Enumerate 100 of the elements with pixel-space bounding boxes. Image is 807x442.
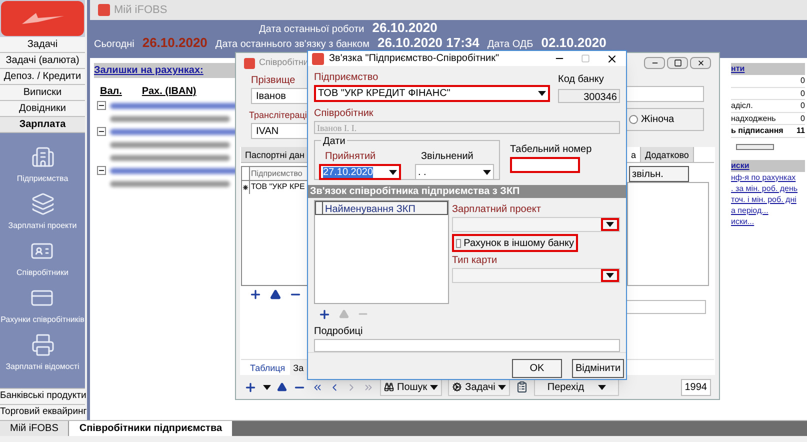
label: Сьогодні	[94, 38, 134, 51]
input-field[interactable]	[624, 86, 704, 102]
menu-item[interactable]: Банківські продукти	[0, 388, 85, 404]
app-icon	[312, 52, 324, 64]
list-icon[interactable]	[516, 381, 528, 393]
dropdown-arrow-icon[interactable]	[483, 170, 491, 174]
app-icon	[244, 58, 255, 68]
eject-icon[interactable]	[277, 382, 287, 392]
add-icon[interactable]	[318, 308, 331, 320]
dropdown[interactable]	[452, 217, 620, 232]
menu-item[interactable]: Задачі (валюта)	[0, 53, 85, 69]
field-label: Подробиці	[314, 325, 364, 339]
field-label: Табельний номер	[510, 143, 592, 157]
app-icon	[98, 4, 110, 16]
column-header: Вал.	[100, 85, 122, 99]
add-icon[interactable]	[244, 380, 257, 394]
cards-icon	[30, 192, 54, 216]
label: Дата ОДБ	[487, 38, 534, 51]
cancel-button[interactable]: Відмінити	[572, 359, 624, 378]
report-link[interactable]: а період...	[731, 204, 805, 216]
record-count: 1994	[680, 378, 711, 396]
report-link[interactable]: точ. і мін. роб. дні	[731, 194, 805, 204]
collapse-icon[interactable]	[97, 166, 106, 175]
radio-button[interactable]	[629, 115, 638, 124]
tab[interactable]: Співробітники підприємства	[69, 421, 232, 436]
dropdown-arrow-icon[interactable]	[389, 170, 397, 174]
date-picker[interactable]: . .	[415, 164, 494, 180]
field-label: Співробітник	[314, 107, 374, 121]
window-title: Зв'язка "Підприємство-Співробітник"	[329, 52, 500, 66]
dropdown-arrow-icon[interactable]	[606, 222, 614, 227]
menu-item[interactable]: Виписки	[0, 85, 85, 101]
date-value: 26.10.2020	[142, 36, 208, 49]
section-link[interactable]: иски	[731, 160, 805, 172]
counter-row: 0	[731, 75, 805, 88]
label: Дата останньої роботи	[259, 23, 364, 36]
collapse-icon[interactable]	[97, 127, 106, 136]
label: Дата останнього зв'язку з банком	[215, 38, 370, 51]
caret-icon[interactable]	[598, 384, 606, 390]
column-header: звільн.	[629, 166, 689, 182]
dropdown[interactable]	[736, 144, 774, 150]
report-link[interactable]: иски...	[731, 216, 805, 226]
field-label: Прізвище	[251, 74, 296, 88]
dropdown[interactable]	[452, 268, 620, 283]
current-row-icon	[243, 184, 248, 190]
ok-button[interactable]: OK	[512, 359, 562, 378]
field-label: Прийнятий	[324, 150, 376, 164]
field-label: Зарплатний проект	[452, 203, 541, 217]
menu-item[interactable]: Задачі	[0, 37, 85, 53]
date-value: 02.10.2020	[541, 36, 606, 49]
close-button[interactable]	[606, 52, 618, 64]
counter-row: ь підписання 11	[731, 125, 805, 138]
caret-icon[interactable]	[430, 384, 438, 390]
date-value: 26.10.2020 17:34	[377, 36, 480, 49]
field-label: Звільнений	[420, 150, 474, 164]
maximize-icon	[674, 59, 682, 67]
input-field: Іванов І. І.	[314, 121, 620, 134]
field-label: Підприємство	[314, 71, 378, 85]
counter-row: 0	[731, 88, 805, 100]
tab[interactable]: За	[290, 360, 307, 375]
input-field: 300346	[558, 89, 620, 103]
field-label: Транслітераці	[249, 109, 307, 122]
first-icon[interactable]	[312, 382, 323, 392]
input-field[interactable]	[626, 300, 706, 314]
window-title: Співробітни	[259, 56, 308, 70]
input-field[interactable]	[510, 157, 580, 173]
column-header: Найменування ЗКП	[324, 203, 416, 214]
menu-item[interactable]: Зарплата	[0, 117, 85, 133]
report-link[interactable]: . за мін. роб. день	[731, 182, 805, 194]
menu-item[interactable]: Депоз. / Кредити	[0, 69, 85, 85]
building-icon	[30, 145, 54, 169]
add-icon[interactable]	[249, 288, 262, 301]
dropdown-arrow-icon[interactable]	[263, 384, 271, 390]
caret-icon[interactable]	[498, 384, 506, 390]
collapse-icon[interactable]	[97, 101, 106, 110]
date-picker[interactable]: 27.10.2020	[319, 164, 401, 180]
field-label: Код банку	[558, 73, 604, 87]
radio-label: Жіноча	[641, 113, 674, 127]
menu-item[interactable]: Торговий еквайринг	[0, 404, 85, 420]
report-link[interactable]: нф-я по рахунках	[731, 172, 805, 182]
date-value: 26.10.2020	[372, 21, 438, 34]
input-field[interactable]	[314, 339, 620, 352]
field-label: Тип карти	[452, 254, 498, 268]
table-cell: ТОВ "УКР КРЕ	[250, 181, 306, 193]
dropdown[interactable]: ТОВ "УКР КРЕДИТ ФІНАНС"	[314, 85, 550, 102]
dropdown-arrow-icon[interactable]	[538, 91, 546, 96]
menu-item[interactable]: Довідники	[0, 101, 85, 117]
tab[interactable]: Додатково	[641, 146, 694, 162]
eject-icon[interactable]	[270, 289, 281, 300]
group-title: Дати	[321, 134, 348, 149]
maximize-button[interactable]	[667, 57, 688, 69]
checkbox[interactable]: Рахунок в іншому банку	[452, 234, 578, 252]
column-header: Рах. (IBAN)	[142, 85, 196, 99]
gear-icon	[452, 382, 462, 392]
tab[interactable]: Мій iFOBS	[0, 421, 70, 436]
dropdown-arrow-icon[interactable]	[606, 273, 614, 278]
close-icon	[696, 59, 704, 67]
section-header: Зв'язок співробітника підприємства з ЗКП	[308, 185, 626, 198]
window-title: Мій iFOBS	[114, 2, 168, 18]
counter-row: надходжень 0	[731, 112, 805, 125]
section-link[interactable]: нти	[731, 63, 805, 75]
